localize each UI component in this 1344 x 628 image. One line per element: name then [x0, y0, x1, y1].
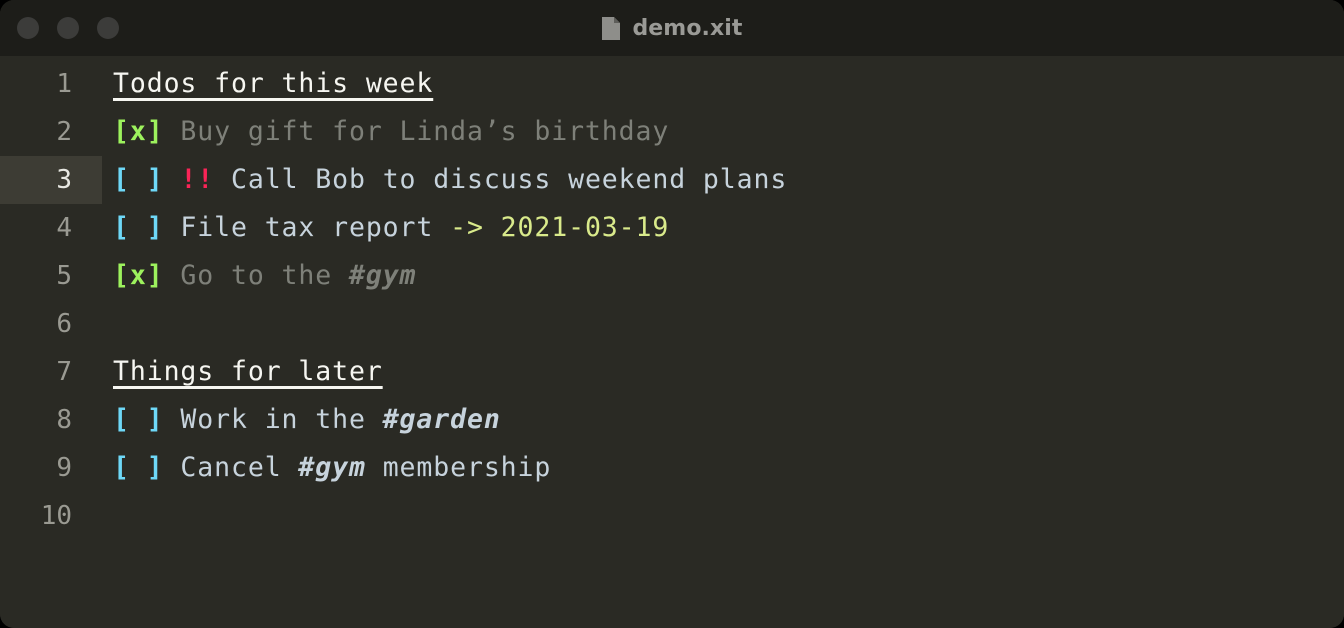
editor-line[interactable]: 6 — [0, 300, 1344, 348]
zoom-button[interactable] — [97, 17, 119, 39]
token-check-open: [ ] — [113, 212, 164, 243]
text-editor[interactable]: 1 Todos for this week 2 [x] Buy gift for Li… — [0, 56, 1344, 628]
editor-line[interactable]: 5 [x] Go to the #gym — [0, 252, 1344, 300]
close-button[interactable] — [17, 17, 39, 39]
traffic-lights — [17, 17, 119, 39]
editor-line[interactable]: 8 [ ] Work in the #garden — [0, 396, 1344, 444]
editor-line[interactable]: 2 [x] Buy gift for Linda’s birthday — [0, 108, 1344, 156]
window-title: demo.xit — [632, 15, 743, 41]
token-check-done: [x] — [113, 116, 164, 147]
app-window: demo.xit 1 Todos for this week 2 [x] Buy gi… — [0, 0, 1344, 628]
token-head: Todos for this week — [113, 68, 434, 99]
token-prio: !! — [180, 164, 215, 195]
line-number: 2 — [56, 117, 72, 147]
line-content[interactable]: [ ] !! Call Bob to discuss weekend plans — [102, 156, 787, 204]
line-number: 5 — [56, 261, 72, 291]
token-done-text: Go to the — [163, 260, 349, 291]
editor-line[interactable]: 9 [ ] Cancel #gym membership — [0, 444, 1344, 492]
token-open-text: File tax report — [163, 212, 451, 243]
line-content[interactable]: Things for later — [102, 348, 383, 396]
line-number: 8 — [56, 405, 72, 435]
editor-line[interactable]: 3[ ] !! Call Bob to discuss weekend plan… — [0, 156, 1344, 204]
token-due: -> 2021-03-19 — [450, 212, 670, 243]
window-title-group: demo.xit — [0, 0, 1344, 56]
line-number: 3 — [0, 156, 102, 204]
line-number: 6 — [56, 309, 72, 339]
token-open-text — [164, 164, 181, 195]
line-number: 1 — [56, 69, 72, 99]
title-bar[interactable]: demo.xit — [0, 0, 1344, 56]
token-open-text: membership — [365, 452, 552, 483]
editor-line[interactable]: 1 Todos for this week — [0, 60, 1344, 108]
token-check-open: [ ] — [113, 404, 164, 435]
line-content[interactable]: [ ] Cancel #gym membership — [102, 444, 551, 492]
token-tag-open: #garden — [382, 404, 501, 435]
line-number: 7 — [56, 357, 72, 387]
token-tag-open: #gym — [298, 452, 366, 483]
editor-line[interactable]: 4 [ ] File tax report -> 2021-03-19 — [0, 204, 1344, 252]
token-check-done: [x] — [113, 260, 164, 291]
token-done-text: Buy gift for Linda’s birthday — [163, 116, 670, 147]
minimize-button[interactable] — [57, 17, 79, 39]
line-number: 4 — [56, 213, 72, 243]
token-head: Things for later — [113, 356, 383, 387]
token-open-text: Work in the — [163, 404, 383, 435]
line-content[interactable]: [x] Buy gift for Linda’s birthday — [102, 108, 669, 156]
line-number: 10 — [40, 501, 72, 531]
token-check-open: [ ] — [113, 164, 164, 195]
line-content[interactable]: Todos for this week — [102, 60, 433, 108]
line-number: 9 — [56, 453, 72, 483]
line-content[interactable]: [ ] File tax report -> 2021-03-19 — [102, 204, 669, 252]
token-open-text: Call Bob to discuss weekend plans — [214, 164, 788, 195]
line-content[interactable]: [x] Go to the #gym — [102, 252, 416, 300]
token-open-text: Cancel — [163, 452, 299, 483]
token-check-open: [ ] — [113, 452, 164, 483]
document-icon — [602, 16, 621, 40]
editor-line[interactable]: 7 Things for later — [0, 348, 1344, 396]
line-content[interactable]: [ ] Work in the #garden — [102, 396, 501, 444]
editor-line[interactable]: 10 — [0, 492, 1344, 540]
token-tag-done: #gym — [348, 260, 417, 291]
